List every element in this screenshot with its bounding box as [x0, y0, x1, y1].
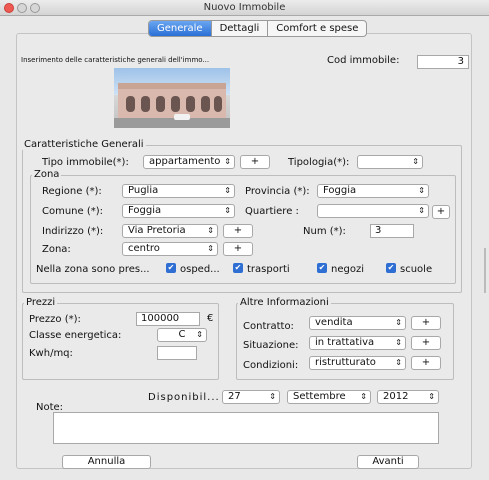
select-arrow-icon: ⇕	[207, 244, 214, 253]
altre-info-title: Altre Informazioni	[238, 297, 331, 308]
comune-value: Foggia	[128, 205, 162, 216]
regione-value: Puglia	[128, 185, 159, 196]
tab-bar: Generale Dettagli Comfort e spese	[148, 20, 368, 37]
indirizzo-label: Indirizzo (*):	[42, 226, 104, 237]
window-title: Nuovo Immobile	[203, 2, 286, 13]
tipologia-select[interactable]: ⇕	[357, 155, 423, 169]
cod-immobile-field[interactable]: 3	[417, 55, 469, 69]
add-contratto-button[interactable]: +	[411, 316, 441, 330]
select-arrow-icon: ⇕	[418, 186, 425, 195]
select-arrow-icon: ⇕	[224, 186, 231, 195]
num-label: Num (*):	[303, 226, 346, 237]
month-value: Settembre	[293, 391, 346, 402]
add-situazione-button[interactable]: +	[411, 336, 441, 350]
ospedali-label: osped...	[180, 264, 220, 275]
classe-energetica-value: C	[178, 329, 186, 340]
day-select[interactable]: 27 ⇕	[222, 390, 280, 404]
tipologia-label: Tipologia(*):	[288, 157, 350, 168]
add-tipo-button[interactable]: +	[240, 155, 270, 169]
year-select[interactable]: 2012 ⇕	[377, 390, 439, 404]
contratto-label: Contratto:	[243, 321, 294, 332]
situazione-value: in trattativa	[315, 337, 375, 348]
select-arrow-icon: ⇕	[428, 392, 435, 401]
month-select[interactable]: Settembre ⇕	[287, 390, 371, 404]
provincia-select[interactable]: Foggia ⇕	[317, 184, 429, 198]
disponibilita-label: Disponibil...	[148, 392, 220, 403]
prezzi-title: Prezzi	[24, 297, 58, 308]
indirizzo-value: Via Pretoria	[128, 225, 186, 236]
quartiere-label: Quartiere :	[245, 206, 299, 217]
regione-label: Regione (*):	[42, 186, 102, 197]
select-arrow-icon: ⇕	[395, 318, 402, 327]
comune-select[interactable]: Foggia ⇕	[122, 204, 235, 218]
contratto-value: vendita	[315, 317, 353, 328]
trasporti-checkbox[interactable]: ✔	[233, 263, 243, 273]
negozi-label: negozi	[331, 264, 364, 275]
classe-energetica-label: Classe energetica:	[29, 330, 122, 341]
annulla-button[interactable]: Annulla	[62, 455, 151, 469]
zona-label: Zona:	[42, 244, 71, 255]
num-field[interactable]: 3	[370, 224, 414, 238]
prezzo-field[interactable]: 100000	[136, 312, 200, 326]
property-photo	[114, 68, 230, 128]
provincia-value: Foggia	[323, 185, 357, 196]
zona-title: Zona	[32, 169, 62, 180]
add-condizioni-button[interactable]: +	[411, 356, 441, 370]
quartiere-select[interactable]: ⇕	[317, 204, 429, 218]
zona-value: centro	[128, 243, 160, 254]
caratteristiche-title: Caratteristiche Generali	[22, 139, 146, 150]
tipo-immobile-value: appartamento	[149, 156, 221, 167]
situazione-label: Situazione:	[243, 340, 299, 351]
tab-dettagli[interactable]: Dettagli	[212, 21, 269, 36]
situazione-select[interactable]: in trattativa ⇕	[309, 336, 406, 350]
year-value: 2012	[383, 391, 409, 402]
select-arrow-icon: ⇕	[224, 206, 231, 215]
scuole-label: scuole	[400, 264, 433, 275]
note-textarea[interactable]	[53, 412, 439, 444]
scuole-checkbox[interactable]: ✔	[386, 263, 396, 273]
resize-indicator[interactable]	[484, 248, 486, 293]
kwh-label: Kwh/mq:	[29, 348, 73, 359]
select-arrow-icon: ⇕	[207, 226, 214, 235]
add-indirizzo-button[interactable]: +	[223, 224, 253, 238]
regione-select[interactable]: Puglia ⇕	[122, 184, 235, 198]
tab-comfort-spese[interactable]: Comfort e spese	[268, 21, 366, 36]
indirizzo-select[interactable]: Via Pretoria ⇕	[122, 224, 218, 238]
add-zona-button[interactable]: +	[223, 242, 253, 256]
classe-energetica-select[interactable]: C ⇕	[157, 328, 207, 342]
select-arrow-icon: ⇕	[360, 392, 367, 401]
select-arrow-icon: ⇕	[395, 338, 402, 347]
currency-label: €	[207, 313, 214, 324]
select-arrow-icon: ⇕	[269, 392, 276, 401]
select-arrow-icon: ⇕	[196, 330, 203, 339]
zona-select[interactable]: centro ⇕	[122, 242, 218, 256]
tipo-immobile-select[interactable]: appartamento ⇕	[143, 155, 235, 169]
day-value: 27	[228, 391, 241, 402]
services-label: Nella zona sono pres...	[36, 264, 150, 275]
condizioni-select[interactable]: ristrutturato ⇕	[309, 356, 406, 370]
ospedali-checkbox[interactable]: ✔	[166, 263, 176, 273]
cod-immobile-label: Cod immobile:	[327, 55, 400, 66]
negozi-checkbox[interactable]: ✔	[317, 263, 327, 273]
select-arrow-icon: ⇕	[224, 157, 231, 166]
tab-generale[interactable]: Generale	[149, 21, 212, 36]
intro-text: Inserimento delle caratteristiche genera…	[21, 56, 210, 64]
kwh-field[interactable]	[157, 346, 197, 360]
contratto-select[interactable]: vendita ⇕	[309, 316, 406, 330]
condizioni-value: ristrutturato	[315, 357, 376, 368]
prezzo-label: Prezzo (*):	[29, 314, 81, 325]
select-arrow-icon: ⇕	[412, 157, 419, 166]
provincia-label: Provincia (*):	[245, 186, 310, 197]
condizioni-label: Condizioni:	[243, 360, 299, 371]
add-quartiere-button[interactable]: +	[432, 205, 450, 219]
trasporti-label: trasporti	[247, 264, 290, 275]
tipo-immobile-label: Tipo immobile(*):	[42, 157, 129, 168]
select-arrow-icon: ⇕	[418, 206, 425, 215]
avanti-button[interactable]: Avanti	[357, 455, 419, 469]
comune-label: Comune (*):	[42, 206, 104, 217]
select-arrow-icon: ⇕	[395, 358, 402, 367]
